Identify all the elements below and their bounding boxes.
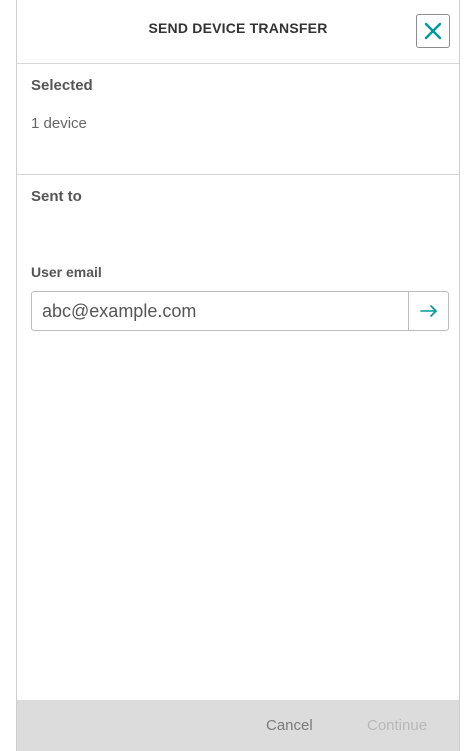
user-email-label: User email <box>31 264 102 280</box>
close-icon <box>424 22 442 40</box>
dialog-footer: Cancel Continue <box>17 700 459 751</box>
send-device-transfer-dialog: SEND DEVICE TRANSFER Selected 1 device S… <box>16 0 460 751</box>
continue-button[interactable]: Continue <box>367 717 427 734</box>
submit-email-button[interactable] <box>408 292 448 330</box>
sent-to-heading: Sent to <box>31 188 82 205</box>
arrow-right-icon <box>419 305 437 317</box>
cancel-button[interactable]: Cancel <box>266 717 313 734</box>
user-email-input[interactable] <box>32 292 408 330</box>
selected-section: Selected 1 device <box>17 64 459 175</box>
dialog-title: SEND DEVICE TRANSFER <box>148 20 328 36</box>
selected-heading: Selected <box>31 77 93 94</box>
user-email-field-group <box>31 291 449 331</box>
close-button[interactable] <box>416 14 450 48</box>
selected-count: 1 device <box>31 115 87 132</box>
dialog-header: SEND DEVICE TRANSFER <box>17 0 459 64</box>
